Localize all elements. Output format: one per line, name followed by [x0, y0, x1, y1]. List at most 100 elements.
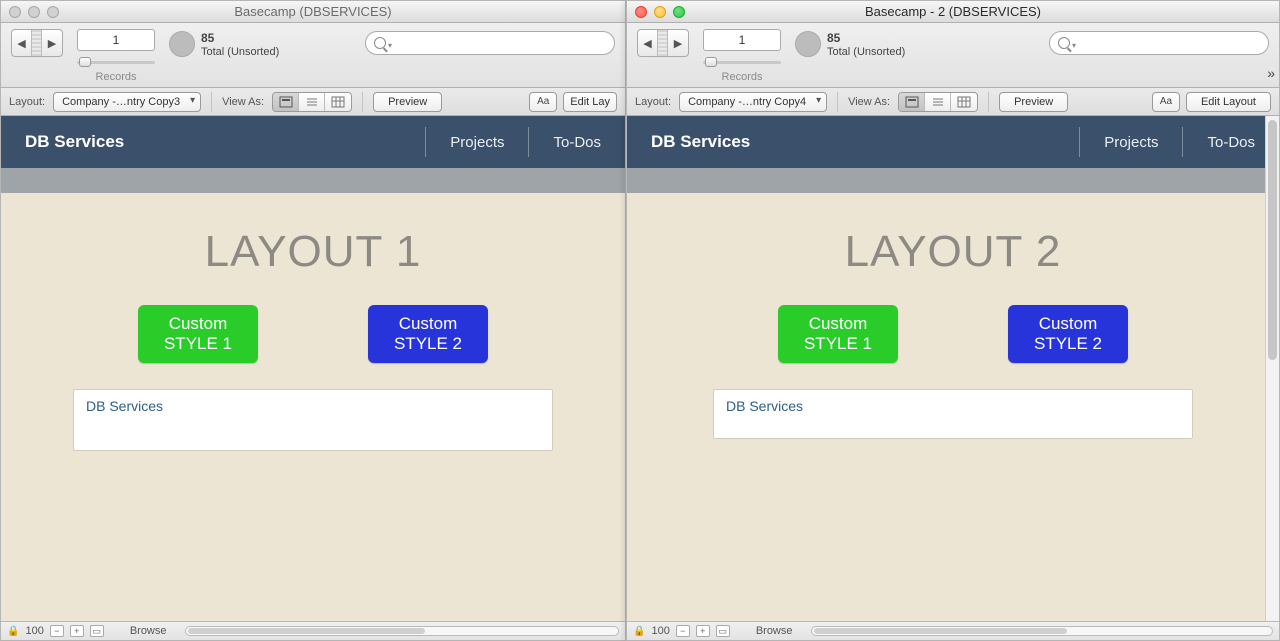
next-record-icon[interactable]: ▶ [668, 30, 688, 56]
brand-label: DB Services [651, 132, 750, 152]
book-icon [32, 30, 42, 56]
nav-todos[interactable]: To-Dos [553, 134, 601, 151]
search-input[interactable]: ▾ [1049, 31, 1269, 55]
sub-navbar [627, 168, 1279, 193]
nav-todos[interactable]: To-Dos [1207, 134, 1255, 151]
lock-icon[interactable]: 🔒 [633, 626, 645, 637]
prev-record-icon[interactable]: ◀ [12, 30, 32, 56]
content-area: DB Services Projects To-Dos LAYOUT 1 Cus… [1, 116, 625, 621]
view-table-icon[interactable] [951, 93, 977, 111]
mode-label: Browse [756, 625, 793, 637]
panel-toggle-button[interactable]: ▭ [90, 625, 104, 637]
app-navbar: DB Services Projects To-Dos [627, 116, 1279, 168]
record-number-field[interactable]: 1 [77, 29, 155, 51]
zoom-icon[interactable] [673, 6, 685, 18]
format-bar: Layout: Company -…ntry Copy3 View As: Pr… [1, 88, 625, 116]
brand-label: DB Services [25, 132, 124, 152]
vertical-scrollbar[interactable] [1265, 116, 1279, 621]
toolbar-overflow-icon[interactable]: » [1267, 65, 1271, 81]
totals-label: 85 Total (Unsorted) [201, 31, 279, 59]
layout-heading: LAYOUT 2 [637, 227, 1269, 277]
record-number-field[interactable]: 1 [703, 29, 781, 51]
totals-label: 85 Total (Unsorted) [827, 31, 905, 59]
zoom-in-button[interactable]: + [696, 625, 710, 637]
layout-dropdown[interactable]: Company -…ntry Copy4 [679, 92, 827, 112]
record-nav: ◀ ▶ [11, 29, 63, 57]
chevron-down-icon[interactable]: ▾ [1072, 41, 1076, 50]
close-icon[interactable] [9, 6, 21, 18]
zoom-out-button[interactable]: − [676, 625, 690, 637]
traffic-lights [9, 6, 59, 18]
zoom-value: 100 [651, 625, 669, 637]
custom-style-1-button[interactable]: Custom STYLE 1 [138, 305, 258, 363]
custom-style-2-button[interactable]: Custom STYLE 2 [1008, 305, 1128, 363]
viewas-label: View As: [848, 96, 890, 108]
edit-layout-button[interactable]: Edit Lay [563, 92, 617, 112]
sub-navbar [1, 168, 625, 193]
status-bar: 🔒 100 − + ▭ Browse [627, 621, 1279, 640]
layout-label: Layout: [9, 96, 45, 108]
text-formatting-button[interactable]: Aa [1152, 92, 1180, 112]
search-icon [1058, 37, 1070, 49]
found-set-pie-icon[interactable] [795, 31, 821, 57]
next-record-icon[interactable]: ▶ [42, 30, 62, 56]
records-label: Records [96, 71, 137, 83]
found-set-pie-icon[interactable] [169, 31, 195, 57]
titlebar[interactable]: Basecamp (DBSERVICES) [1, 1, 625, 23]
custom-style-2-button[interactable]: Custom STYLE 2 [368, 305, 488, 363]
view-list-icon[interactable] [299, 93, 325, 111]
prev-record-icon[interactable]: ◀ [638, 30, 658, 56]
text-card[interactable]: DB Services [713, 389, 1193, 439]
minimize-icon[interactable] [654, 6, 666, 18]
book-icon [658, 30, 668, 56]
content-area: DB Services Projects To-Dos LAYOUT 2 Cus… [627, 116, 1279, 621]
text-formatting-button[interactable]: Aa [529, 92, 557, 112]
records-label: Records [722, 71, 763, 83]
titlebar[interactable]: Basecamp - 2 (DBSERVICES) [627, 1, 1279, 23]
view-form-icon[interactable] [273, 93, 299, 111]
format-bar: Layout: Company -…ntry Copy4 View As: Pr… [627, 88, 1279, 116]
window-title: Basecamp - 2 (DBSERVICES) [627, 4, 1279, 19]
view-form-icon[interactable] [899, 93, 925, 111]
traffic-lights [635, 6, 685, 18]
window-right: Basecamp - 2 (DBSERVICES) ◀ ▶ 1 Records … [626, 0, 1280, 641]
minimize-icon[interactable] [28, 6, 40, 18]
zoom-in-button[interactable]: + [70, 625, 84, 637]
close-icon[interactable] [635, 6, 647, 18]
layout-heading: LAYOUT 1 [11, 227, 615, 277]
toolbar: ◀ ▶ 1 Records 85 Total (Unsorted) [627, 23, 1279, 88]
zoom-icon[interactable] [47, 6, 59, 18]
toolbar: ◀ ▶ 1 Records 85 Total (Unsorted) [1, 23, 625, 88]
record-slider[interactable] [77, 57, 155, 67]
view-as-switcher [272, 92, 352, 112]
text-card[interactable]: DB Services [73, 389, 553, 451]
mode-label: Browse [130, 625, 167, 637]
chevron-down-icon[interactable]: ▾ [388, 41, 392, 50]
horizontal-scrollbar[interactable] [185, 626, 620, 636]
status-bar: 🔒 100 − + ▭ Browse [1, 621, 625, 640]
zoom-out-button[interactable]: − [50, 625, 64, 637]
window-title: Basecamp (DBSERVICES) [1, 4, 625, 19]
nav-projects[interactable]: Projects [1104, 134, 1158, 151]
view-as-switcher [898, 92, 978, 112]
edit-layout-button[interactable]: Edit Layout [1186, 92, 1271, 112]
panel-toggle-button[interactable]: ▭ [716, 625, 730, 637]
search-icon [374, 37, 386, 49]
nav-projects[interactable]: Projects [450, 134, 504, 151]
layout-label: Layout: [635, 96, 671, 108]
viewas-label: View As: [222, 96, 264, 108]
custom-style-1-button[interactable]: Custom STYLE 1 [778, 305, 898, 363]
record-nav: ◀ ▶ [637, 29, 689, 57]
window-left: Basecamp (DBSERVICES) ◀ ▶ 1 Records 85 T… [0, 0, 626, 641]
view-list-icon[interactable] [925, 93, 951, 111]
search-input[interactable]: ▾ [365, 31, 615, 55]
layout-dropdown[interactable]: Company -…ntry Copy3 [53, 92, 201, 112]
view-table-icon[interactable] [325, 93, 351, 111]
lock-icon[interactable]: 🔒 [7, 626, 19, 637]
preview-button[interactable]: Preview [373, 92, 442, 112]
preview-button[interactable]: Preview [999, 92, 1068, 112]
horizontal-scrollbar[interactable] [811, 626, 1274, 636]
app-navbar: DB Services Projects To-Dos [1, 116, 625, 168]
record-slider[interactable] [703, 57, 781, 67]
zoom-value: 100 [25, 625, 43, 637]
